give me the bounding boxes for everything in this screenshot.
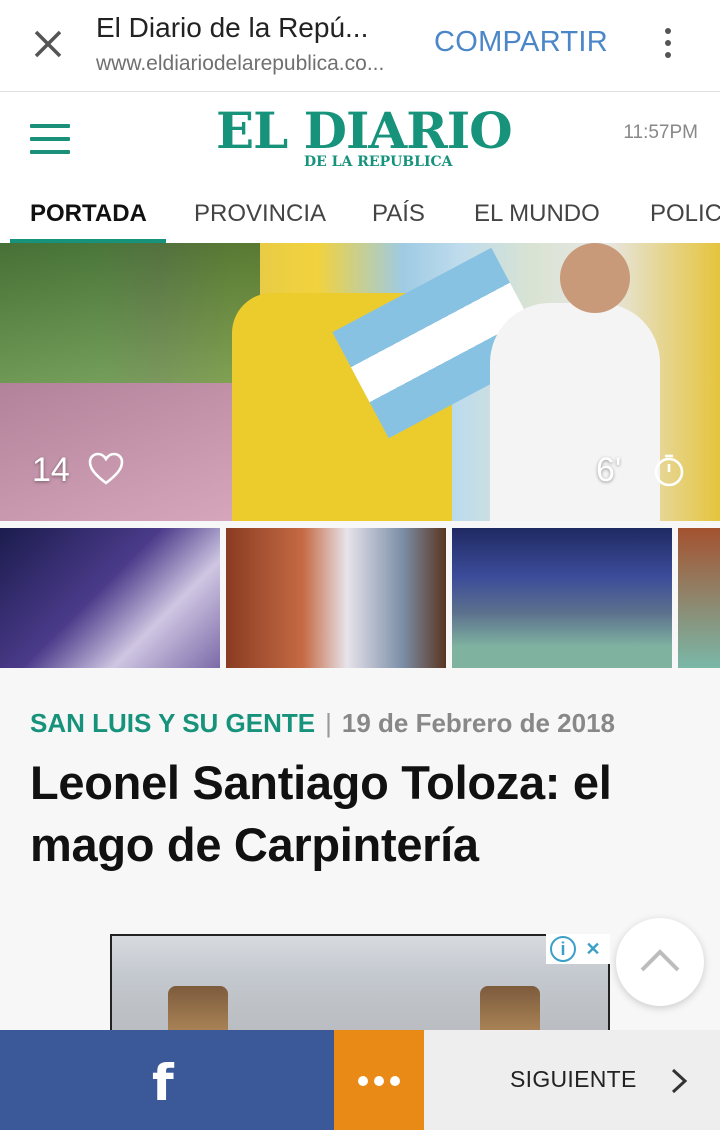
section-nav: PORTADA PROVINCIA PAÍS EL MUNDO POLIC bbox=[0, 182, 720, 244]
chevron-up-icon bbox=[640, 949, 680, 972]
heart-icon[interactable] bbox=[88, 451, 124, 487]
page-url: www.eldiariodelarepublica.co... bbox=[96, 52, 385, 75]
facebook-icon: f bbox=[152, 1054, 174, 1112]
close-icon[interactable] bbox=[28, 24, 68, 64]
article-meta: SAN LUIS Y SU GENTE | 19 de Febrero de 201… bbox=[30, 708, 615, 739]
page-title: El Diario de la Repú... bbox=[96, 12, 369, 43]
share-button[interactable]: COMPARTIR bbox=[434, 26, 608, 59]
next-article-button[interactable]: SIGUIENTE bbox=[424, 1030, 720, 1130]
timer-icon bbox=[654, 454, 684, 487]
close-icon[interactable]: ✕ bbox=[580, 936, 606, 962]
gallery-thumb[interactable] bbox=[226, 528, 446, 668]
read-time: 6' bbox=[596, 451, 622, 489]
clock-time: 11:57PM bbox=[623, 122, 698, 143]
gallery-thumbnails bbox=[0, 528, 720, 668]
article-category[interactable]: SAN LUIS Y SU GENTE bbox=[30, 708, 315, 738]
site-header: EL DIARIO DE LA REPUBLICA 11:57PM bbox=[0, 92, 720, 182]
logo-sub-text: DE LA REPUBLICA bbox=[304, 154, 453, 170]
gallery-thumb[interactable] bbox=[452, 528, 672, 668]
site-logo[interactable]: EL DIARIO DE LA REPUBLICA bbox=[216, 104, 516, 172]
scroll-to-top-button[interactable] bbox=[616, 918, 704, 1006]
chevron-right-icon bbox=[671, 1068, 688, 1094]
ad-choices: i ✕ bbox=[546, 934, 610, 964]
browser-toolbar: El Diario de la Repú... www.eldiariodela… bbox=[0, 0, 720, 92]
tab-pais[interactable]: PAÍS bbox=[372, 200, 425, 228]
hero-image[interactable]: 14 6' bbox=[0, 243, 720, 521]
tab-policiales[interactable]: POLIC bbox=[650, 200, 720, 228]
gallery-thumb[interactable] bbox=[0, 528, 220, 668]
more-vert-icon[interactable] bbox=[654, 24, 682, 64]
article-headline: Leonel Santiago Toloza: el mago de Carpi… bbox=[30, 756, 612, 871]
hero-person bbox=[490, 303, 660, 521]
likes-count: 14 bbox=[32, 451, 70, 489]
ad-bottle bbox=[480, 986, 540, 1032]
bottom-action-bar: f SIGUIENTE bbox=[0, 1030, 720, 1130]
gallery-thumb[interactable] bbox=[678, 528, 720, 668]
page: El Diario de la Repú... www.eldiariodela… bbox=[0, 0, 720, 1130]
hamburger-menu-icon[interactable] bbox=[30, 124, 70, 154]
tab-portada[interactable]: PORTADA bbox=[30, 200, 147, 228]
logo-main-text: EL DIARIO bbox=[216, 101, 513, 160]
facebook-share-button[interactable]: f bbox=[0, 1030, 334, 1130]
next-label: SIGUIENTE bbox=[510, 1066, 637, 1092]
info-icon[interactable]: i bbox=[550, 936, 576, 962]
hero-trees bbox=[0, 243, 260, 383]
hero-person-head bbox=[560, 243, 630, 313]
more-horiz-icon bbox=[390, 1076, 400, 1086]
advertisement[interactable] bbox=[110, 934, 610, 1034]
more-horiz-icon bbox=[374, 1076, 384, 1086]
ad-bottle bbox=[168, 986, 228, 1032]
more-share-button[interactable] bbox=[334, 1030, 424, 1130]
tab-provincia[interactable]: PROVINCIA bbox=[194, 200, 326, 228]
more-horiz-icon bbox=[358, 1076, 368, 1086]
tab-el-mundo[interactable]: EL MUNDO bbox=[474, 200, 600, 228]
article-date: 19 de Febrero de 2018 bbox=[341, 708, 616, 738]
meta-separator: | bbox=[325, 708, 332, 738]
